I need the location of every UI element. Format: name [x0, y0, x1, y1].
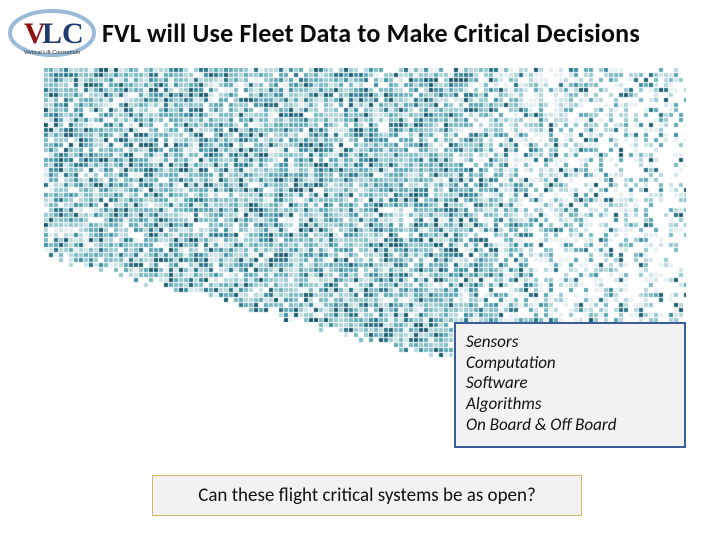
- callout-line: Software: [466, 373, 674, 394]
- question-callout: Can these flight critical systems be as …: [152, 475, 582, 516]
- header: V LC Vertical Lift Consortium FVL will U…: [6, 6, 714, 60]
- slide: V LC Vertical Lift Consortium FVL will U…: [0, 0, 720, 540]
- svg-text:LC: LC: [42, 17, 84, 50]
- callout-line: On Board & Off Board: [466, 415, 674, 436]
- question-text: Can these flight critical systems be as …: [163, 484, 571, 507]
- callout-line: Computation: [466, 353, 674, 374]
- svg-text:Vertical Lift Consortium: Vertical Lift Consortium: [24, 50, 81, 56]
- callout-line: Algorithms: [466, 394, 674, 415]
- slide-title: FVL will Use Fleet Data to Make Critical…: [98, 17, 714, 49]
- vlc-logo: V LC Vertical Lift Consortium: [6, 9, 98, 57]
- technologies-callout: SensorsComputationSoftwareAlgorithmsOn B…: [454, 322, 686, 448]
- callout-line: Sensors: [466, 332, 674, 353]
